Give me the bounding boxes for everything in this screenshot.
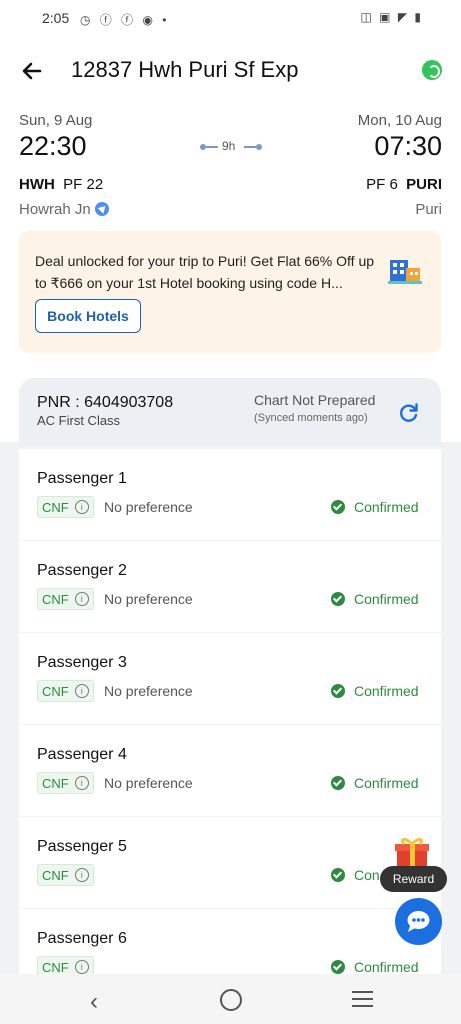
passenger-card[interactable] [19,817,441,908]
pnr-card [19,378,441,446]
hotel-building-icon [388,260,422,284]
status-bar: 2:05 ◷ ⓕ ⓕ ◉ • ◫ ▣ ◤ ▮ [0,0,461,36]
system-back-icon[interactable]: ‹ [90,988,98,1016]
passenger-name: Passenger 4 [37,746,127,763]
info-icon[interactable]: i [74,500,89,514]
confirmation-status: Con [331,867,380,883]
chat-support-button[interactable] [395,898,442,945]
whatsapp-share-icon[interactable] [422,60,442,80]
status-time: 2:05 [42,10,70,26]
badge-label: CNF [42,775,69,791]
badge-label: CNF [42,499,69,515]
confirmation-status: Confirmed [331,775,419,791]
passenger-name: Passenger 1 [37,470,127,487]
badge-label: CNF [42,683,69,699]
origin-city-label: Howrah Jn [19,201,91,218]
status-text: Con [354,867,380,883]
confirmation-status: Confirmed [331,683,419,699]
check-circle-icon [331,960,345,974]
check-circle-icon [331,776,345,790]
confirmation-status: Confirmed [331,591,419,607]
passenger-name: Passenger 6 [37,930,127,947]
destination-city: Puri [415,201,442,218]
berth-preference: No preference [104,591,193,607]
booking-status-badge[interactable]: CNF i [37,680,94,702]
chart-status: Chart Not Prepared [254,392,376,408]
arrival-time: 07:30 [374,131,442,161]
passenger-card[interactable] [19,449,441,540]
system-recents-icon[interactable] [352,991,373,1007]
status-text: Confirmed [354,775,419,791]
destination-station: PF 6 PURI [366,176,442,193]
origin-city[interactable]: Howrah Jn [19,201,109,218]
status-text: Confirmed [354,683,419,699]
booking-status-badge[interactable]: CNF i [37,772,94,794]
passenger-name: Passenger 5 [37,838,127,855]
info-icon[interactable]: i [74,960,89,974]
info-icon[interactable]: i [74,684,89,698]
book-hotels-button[interactable]: Book Hotels [35,299,141,333]
reward-label: Reward [380,866,447,892]
notification-icons: ◷ ⓕ ⓕ ◉ • [80,13,170,27]
reward-button[interactable]: Reward [380,832,448,894]
arrival-date: Mon, 10 Aug [357,112,442,129]
passenger-name: Passenger 3 [37,654,127,671]
navigation-icon[interactable] [94,202,109,216]
badge-label: CNF [42,959,69,975]
info-icon[interactable]: i [74,868,89,882]
passenger-card[interactable] [19,541,441,632]
badge-label: CNF [42,867,69,883]
confirmation-status: Confirmed [331,499,419,515]
berth-preference: No preference [104,683,193,699]
departure-date: Sun, 9 Aug [19,112,93,129]
origin-station: HWH PF 22 [19,176,103,193]
system-status-icons: ◫ ▣ ◤ ▮ [360,10,423,24]
refresh-icon[interactable] [398,402,420,424]
booking-status-badge[interactable]: CNF i [37,496,94,518]
chat-icon [407,911,430,932]
berth-preference: No preference [104,775,193,791]
check-circle-icon [331,500,345,514]
check-circle-icon [331,592,345,606]
sync-status: (Synced moments ago) [254,412,368,424]
deal-text: Deal unlocked for your trip to Puri! Get… [35,253,375,291]
berth-preference: No preference [104,499,193,515]
duration-indicator: 9h [200,139,264,155]
passenger-card[interactable] [19,633,441,724]
pnr-number: PNR : 6404903708 [37,394,174,411]
train-title: 12837 Hwh Puri Sf Exp [71,57,299,82]
check-circle-icon [331,684,345,698]
status-text: Confirmed [354,499,419,515]
check-circle-icon [331,868,345,882]
passenger-name: Passenger 2 [37,562,127,579]
gift-icon [395,837,429,867]
travel-class: AC First Class [37,413,121,428]
destination-code: PURI [406,176,442,193]
badge-label: CNF [42,591,69,607]
booking-status-badge[interactable]: CNF i [37,864,94,886]
destination-platform: PF 6 [366,176,398,193]
status-text: Confirmed [354,959,419,975]
info-icon[interactable]: i [74,776,89,790]
booking-status-badge[interactable]: CNF i [37,588,94,610]
status-text: Confirmed [354,591,419,607]
duration-text: 9h [222,139,236,153]
passenger-card[interactable] [19,725,441,816]
back-arrow-icon[interactable] [18,56,48,86]
departure-time: 22:30 [19,131,87,161]
origin-platform: PF 22 [63,176,104,193]
info-icon[interactable]: i [74,592,89,606]
system-home-icon[interactable] [220,989,242,1011]
confirmation-status: Confirmed [331,959,419,975]
origin-code: HWH [19,176,55,193]
